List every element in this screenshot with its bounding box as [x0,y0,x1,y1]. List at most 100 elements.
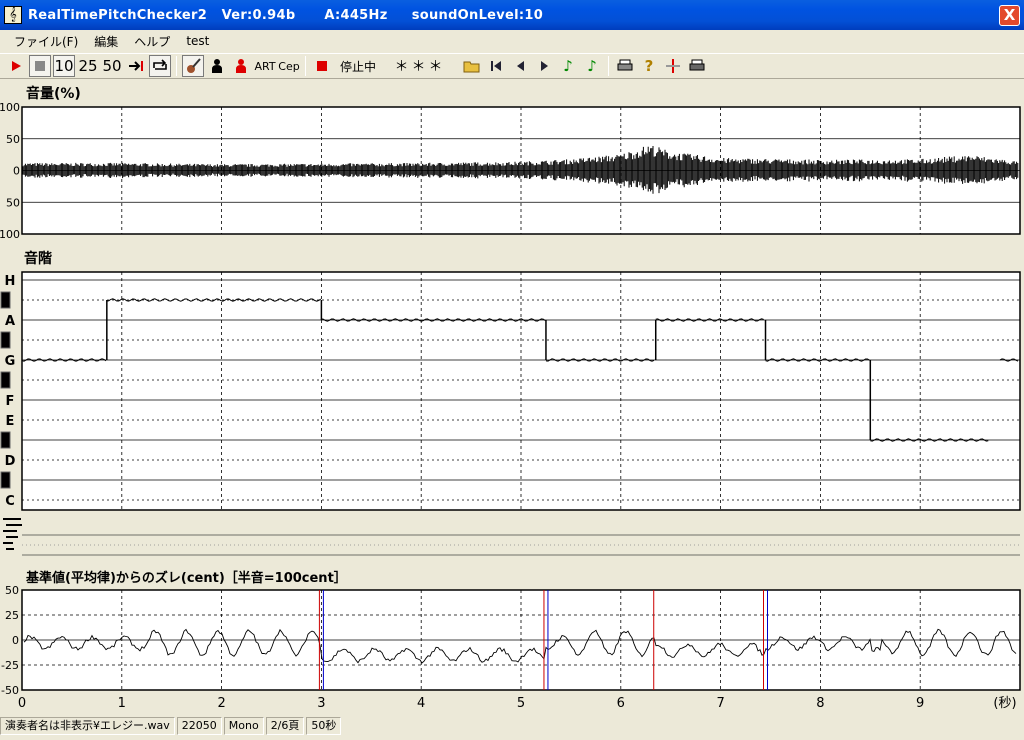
next-page-icon [541,61,549,71]
time-tick: 7 [716,696,724,711]
speed-25-button[interactable]: 25 [77,55,99,77]
strip-marker [3,530,17,532]
stop-button[interactable] [29,55,51,77]
window-title: RealTimePitchChecker2 Ver:0.94b A:445Hz … [28,7,544,23]
print-button[interactable] [614,55,636,77]
open-folder-button[interactable] [461,55,483,77]
close-button[interactable]: X [999,5,1020,26]
title-bar: 𝄞 RealTimePitchChecker2 Ver:0.94b A:445H… [0,0,1024,30]
record-button[interactable] [311,55,333,77]
note-label-E: E [6,414,15,429]
printer-icon [689,59,705,71]
cep-button[interactable]: Cep [278,55,300,77]
black-key [0,291,11,309]
treble-clef-icon: 𝄞 [4,6,22,24]
chart-area: 音量(%)音階基準値(平均律)からのズレ(cent)［半音=100cent］10… [0,85,1021,711]
person-icon [212,59,222,73]
time-tick: 9 [916,696,924,711]
volume-y-tick: 50 [6,133,20,146]
volume-y-tick: 0 [13,165,20,178]
speed-10-button[interactable]: 10 [53,55,75,77]
next-page-button[interactable] [533,55,555,77]
printer-icon [617,59,633,71]
stop-icon [35,61,45,71]
first-page-button[interactable] [485,55,507,77]
time-tick: 0 [18,696,26,711]
strip-marker [6,548,14,550]
loop-button[interactable] [149,55,171,77]
note-label-H: H [5,274,16,289]
note-green-button[interactable]: ♪ [557,55,579,77]
pitch-display: ＊＊＊ [394,59,446,75]
speed-50-button[interactable]: 50 [101,55,123,77]
note-label-C: C [5,494,15,509]
deviation-y-tick: 0 [12,634,19,647]
note-label-F: F [6,394,15,409]
black-key [0,371,11,389]
toolbar-separator [305,56,306,76]
loop-icon [153,59,167,70]
status-channels: Mono [223,717,264,735]
black-key [0,431,11,449]
black-key [0,471,11,489]
time-tick: 4 [417,696,425,711]
first-page-icon [491,61,502,71]
music-note-icon: ♪ [587,57,597,75]
strip-marker [6,536,18,538]
note-green-2-button[interactable]: ♪ [581,55,603,77]
strip-marker [3,542,13,544]
folder-icon [463,61,480,73]
time-tick: 3 [317,696,325,711]
toolbar-separator [608,56,610,76]
print-preview-button[interactable] [686,55,708,77]
menu-bar: ファイル(F) 編集 ヘルプ test [0,30,1024,52]
player-red-button[interactable] [230,55,252,77]
status-rate: 22050 [176,717,222,735]
player-black-button[interactable] [206,55,228,77]
time-axis-unit: (秒) [993,696,1016,711]
volume-y-tick: 50 [6,196,20,209]
time-tick: 5 [517,696,525,711]
marker-button[interactable] [662,55,684,77]
arrow-to-bar-icon [129,61,143,71]
question-icon: ? [644,57,654,75]
menu-file[interactable]: ファイル(F) [6,33,86,50]
note-label-G: G [5,354,16,369]
note-label-A: A [5,314,15,329]
time-tick: 1 [118,696,126,711]
record-stop-icon [317,61,327,71]
deviation-y-tick: 25 [5,609,19,622]
scale-panel-title: 音階 [24,250,52,267]
menu-edit[interactable]: 編集 [86,33,126,50]
deviation-panel-title: 基準値(平均律)からのズレ(cent)［半音=100cent］ [25,570,347,586]
play-icon [12,61,21,71]
time-tick: 8 [816,696,824,711]
help-button[interactable]: ? [638,55,660,77]
deviation-y-tick: 50 [5,584,19,597]
prev-page-button[interactable] [509,55,531,77]
crosshair-marker-icon [666,59,681,73]
deviation-y-tick: -50 [1,684,19,697]
time-tick: 2 [217,696,225,711]
play-button[interactable] [5,55,27,77]
art-button[interactable]: ART [254,55,276,77]
menu-test[interactable]: test [178,34,217,48]
strip-marker [6,524,22,526]
time-tick: 6 [617,696,625,711]
deviation-y-tick: -25 [1,659,19,672]
playback-status: 停止中 [340,59,377,74]
person-red-icon [236,59,246,73]
prev-page-icon [517,61,525,71]
toolbar: 10 25 50 ART Cep 停止中 ＊＊＊ ♪ ♪ ? [0,53,1024,79]
violin-icon [187,58,201,73]
menu-help[interactable]: ヘルプ [126,33,178,50]
volume-y-tick: 100 [0,228,20,241]
status-page: 2/6頁 [265,717,305,735]
note-label-D: D [5,454,16,469]
jump-end-button[interactable] [125,55,147,77]
strip-marker [3,518,21,520]
violin-button[interactable] [182,55,204,77]
status-bar: 演奏者名は非表示¥エレジー.wav 22050 Mono 2/6頁 50秒 [0,716,1024,736]
music-note-icon: ♪ [563,57,573,75]
toolbar-separator [176,56,177,76]
